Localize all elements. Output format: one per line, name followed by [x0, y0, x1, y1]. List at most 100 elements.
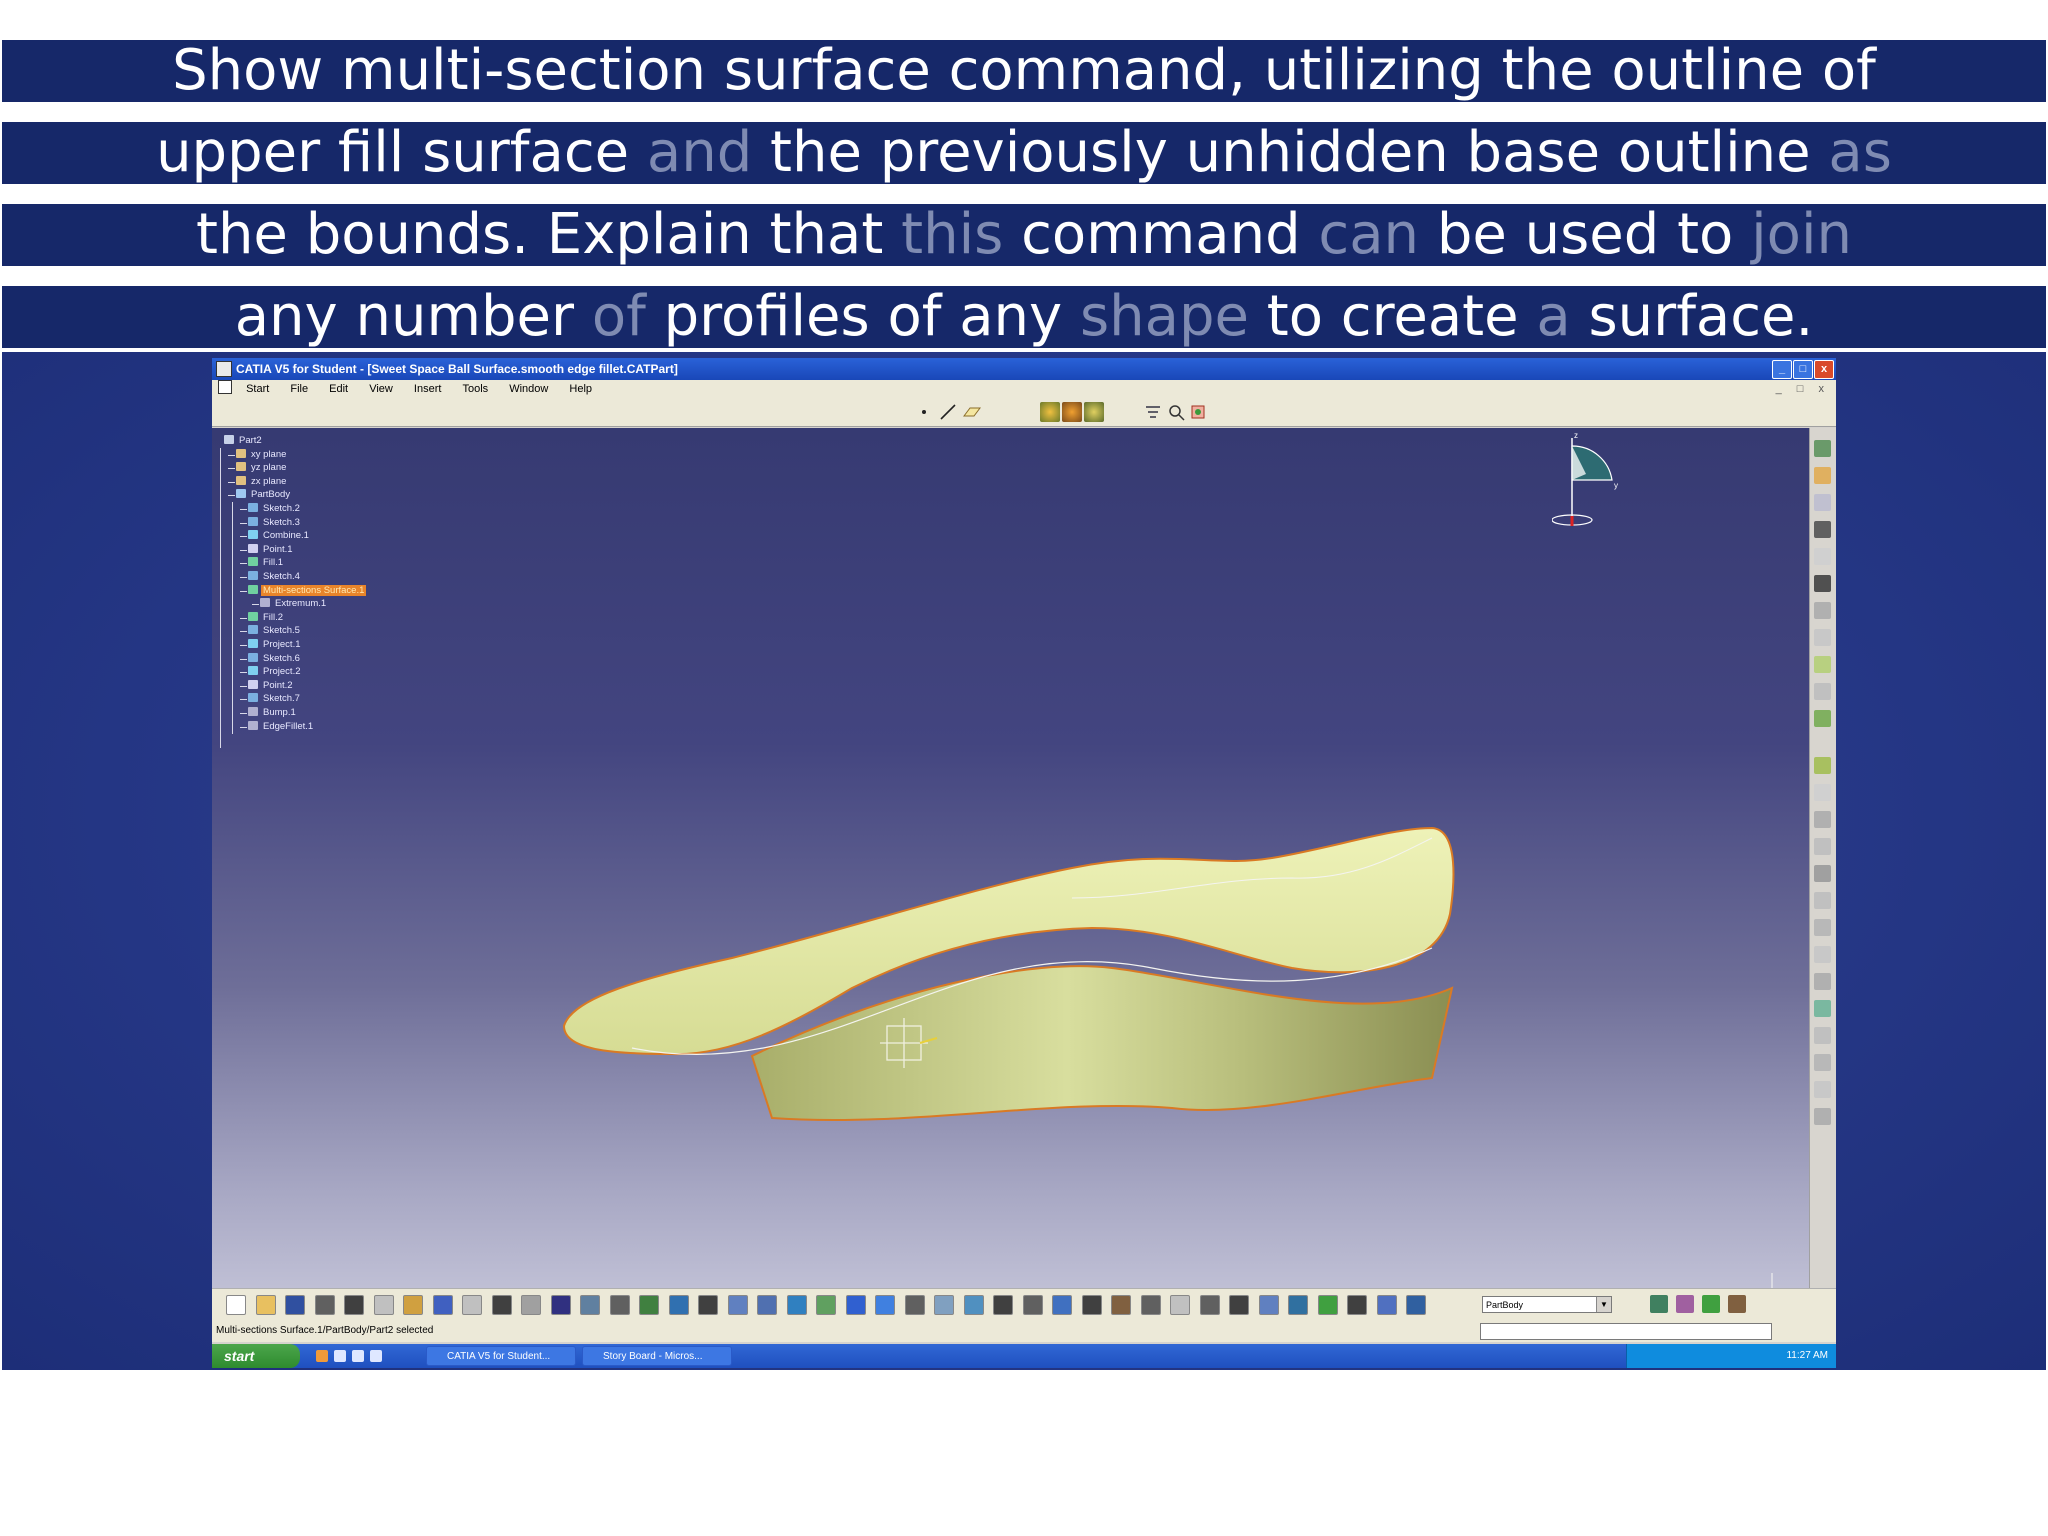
bottom-tool-39-icon[interactable] — [1347, 1295, 1367, 1315]
bottom-tool-36-icon[interactable] — [1258, 1295, 1279, 1315]
bottom-tool-27-icon[interactable] — [993, 1295, 1013, 1315]
menu-window[interactable]: Window — [500, 380, 557, 398]
bottom-tool-31-icon[interactable] — [1111, 1295, 1131, 1315]
bottom-tool-25-icon[interactable] — [934, 1295, 954, 1315]
bottom-tool-32-icon[interactable] — [1140, 1295, 1161, 1315]
menu-start[interactable]: Start — [237, 380, 278, 398]
close-button[interactable]: x — [1814, 360, 1834, 379]
analysis-tool-icon[interactable] — [1144, 402, 1164, 422]
right-tool-13-icon[interactable] — [1814, 784, 1831, 801]
bottom-tool-30-icon[interactable] — [1081, 1295, 1102, 1315]
maximize-button[interactable]: □ — [1793, 360, 1813, 379]
workbench-tool-4-icon[interactable] — [1728, 1295, 1746, 1313]
bottom-tool-16-icon[interactable] — [668, 1295, 689, 1315]
line-tool-icon[interactable] — [938, 402, 958, 422]
bottom-tool-2-icon[interactable] — [255, 1295, 276, 1315]
workbench-tool-2-icon[interactable] — [1676, 1295, 1694, 1313]
right-tool-25-icon[interactable] — [1814, 1108, 1831, 1125]
bottom-tool-19-icon[interactable] — [757, 1295, 777, 1315]
workbench-tool-3-icon[interactable] — [1702, 1295, 1720, 1313]
plane-tool-icon[interactable] — [962, 402, 982, 422]
bottom-tool-3-icon[interactable] — [285, 1295, 305, 1315]
quick-launch-1-icon[interactable] — [316, 1350, 328, 1362]
bottom-tool-7-icon[interactable] — [403, 1295, 423, 1315]
right-tool-21-icon[interactable] — [1814, 1000, 1831, 1017]
right-tool-6-icon[interactable] — [1814, 575, 1831, 592]
bottom-tool-12-icon[interactable] — [550, 1295, 571, 1315]
menu-tools[interactable]: Tools — [453, 380, 497, 398]
command-input[interactable] — [1480, 1323, 1772, 1340]
right-tool-3-icon[interactable] — [1814, 494, 1831, 511]
bottom-tool-15-icon[interactable] — [639, 1295, 659, 1315]
bottom-tool-18-icon[interactable] — [727, 1295, 748, 1315]
bottom-tool-14-icon[interactable] — [609, 1295, 630, 1315]
bottom-tool-38-icon[interactable] — [1317, 1295, 1338, 1315]
right-tool-1-icon[interactable] — [1814, 440, 1831, 457]
shape-tool-2-icon[interactable] — [1062, 402, 1082, 422]
bottom-tool-23-icon[interactable] — [875, 1295, 895, 1315]
quick-launch-2-icon[interactable] — [334, 1350, 346, 1362]
right-tool-12-icon[interactable] — [1814, 757, 1831, 774]
right-tool-20-icon[interactable] — [1814, 973, 1831, 990]
bottom-tool-1-icon[interactable] — [226, 1295, 246, 1315]
menu-file[interactable]: File — [281, 380, 317, 398]
bottom-tool-9-icon[interactable] — [462, 1295, 482, 1315]
right-tool-2-icon[interactable] — [1814, 467, 1831, 484]
chevron-down-icon[interactable]: ▼ — [1596, 1297, 1611, 1312]
bottom-tool-40-icon[interactable] — [1376, 1295, 1397, 1315]
bottom-tool-35-icon[interactable] — [1229, 1295, 1249, 1315]
right-tool-4-icon[interactable] — [1814, 521, 1831, 538]
3d-viewport[interactable]: Part2 xy plane yz plane zx plane PartBody Ske… — [212, 428, 1810, 1328]
point-tool-icon[interactable] — [922, 410, 926, 414]
bottom-tool-10-icon[interactable] — [491, 1295, 512, 1315]
compass-icon[interactable]: z y — [1552, 428, 1632, 538]
right-tool-19-icon[interactable] — [1814, 946, 1831, 963]
shape-tool-3-icon[interactable] — [1084, 402, 1104, 422]
right-tool-9-icon[interactable] — [1814, 656, 1831, 673]
bottom-tool-17-icon[interactable] — [698, 1295, 718, 1315]
bottom-tool-5-icon[interactable] — [344, 1295, 364, 1315]
bottom-tool-8-icon[interactable] — [432, 1295, 453, 1315]
quick-launch-3-icon[interactable] — [352, 1350, 364, 1362]
document-window-controls[interactable]: _ □ x — [1776, 380, 1830, 398]
right-tool-15-icon[interactable] — [1814, 838, 1831, 855]
task-storyboard[interactable]: Story Board - Micros... — [582, 1346, 732, 1366]
bottom-tool-28-icon[interactable] — [1022, 1295, 1043, 1315]
right-tool-5-icon[interactable] — [1814, 548, 1831, 565]
minimize-button[interactable]: _ — [1772, 360, 1792, 379]
multi-section-surface-model[interactable] — [212, 428, 1810, 1328]
bottom-tool-34-icon[interactable] — [1199, 1295, 1220, 1315]
current-body-dropdown[interactable]: PartBody ▼ — [1482, 1296, 1612, 1313]
right-tool-18-icon[interactable] — [1814, 919, 1831, 936]
right-tool-14-icon[interactable] — [1814, 811, 1831, 828]
bottom-tool-21-icon[interactable] — [816, 1295, 836, 1315]
bottom-tool-6-icon[interactable] — [373, 1295, 394, 1315]
bottom-tool-11-icon[interactable] — [521, 1295, 541, 1315]
menu-help[interactable]: Help — [560, 380, 601, 398]
right-tool-10-icon[interactable] — [1814, 683, 1831, 700]
bottom-tool-29-icon[interactable] — [1052, 1295, 1072, 1315]
right-tool-8-icon[interactable] — [1814, 629, 1831, 646]
right-tool-11-icon[interactable] — [1814, 710, 1831, 727]
right-tool-16-icon[interactable] — [1814, 865, 1831, 882]
task-catia[interactable]: CATIA V5 for Student... — [426, 1346, 576, 1366]
menu-insert[interactable]: Insert — [405, 380, 451, 398]
quick-launch-4-icon[interactable] — [370, 1350, 382, 1362]
right-tool-22-icon[interactable] — [1814, 1027, 1831, 1044]
bottom-tool-22-icon[interactable] — [845, 1295, 866, 1315]
shape-tool-1-icon[interactable] — [1040, 402, 1060, 422]
bottom-tool-4-icon[interactable] — [314, 1295, 335, 1315]
bottom-tool-37-icon[interactable] — [1288, 1295, 1308, 1315]
start-button[interactable]: start — [212, 1344, 300, 1368]
workbench-tool-1-icon[interactable] — [1650, 1295, 1668, 1313]
bottom-tool-26-icon[interactable] — [963, 1295, 984, 1315]
bottom-tool-13-icon[interactable] — [580, 1295, 600, 1315]
right-tool-23-icon[interactable] — [1814, 1054, 1831, 1071]
right-tool-17-icon[interactable] — [1814, 892, 1831, 909]
bottom-tool-33-icon[interactable] — [1170, 1295, 1190, 1315]
menu-edit[interactable]: Edit — [320, 380, 357, 398]
bottom-tool-20-icon[interactable] — [786, 1295, 807, 1315]
search-tool-icon[interactable] — [1166, 402, 1186, 422]
right-tool-24-icon[interactable] — [1814, 1081, 1831, 1098]
bottom-tool-24-icon[interactable] — [904, 1295, 925, 1315]
